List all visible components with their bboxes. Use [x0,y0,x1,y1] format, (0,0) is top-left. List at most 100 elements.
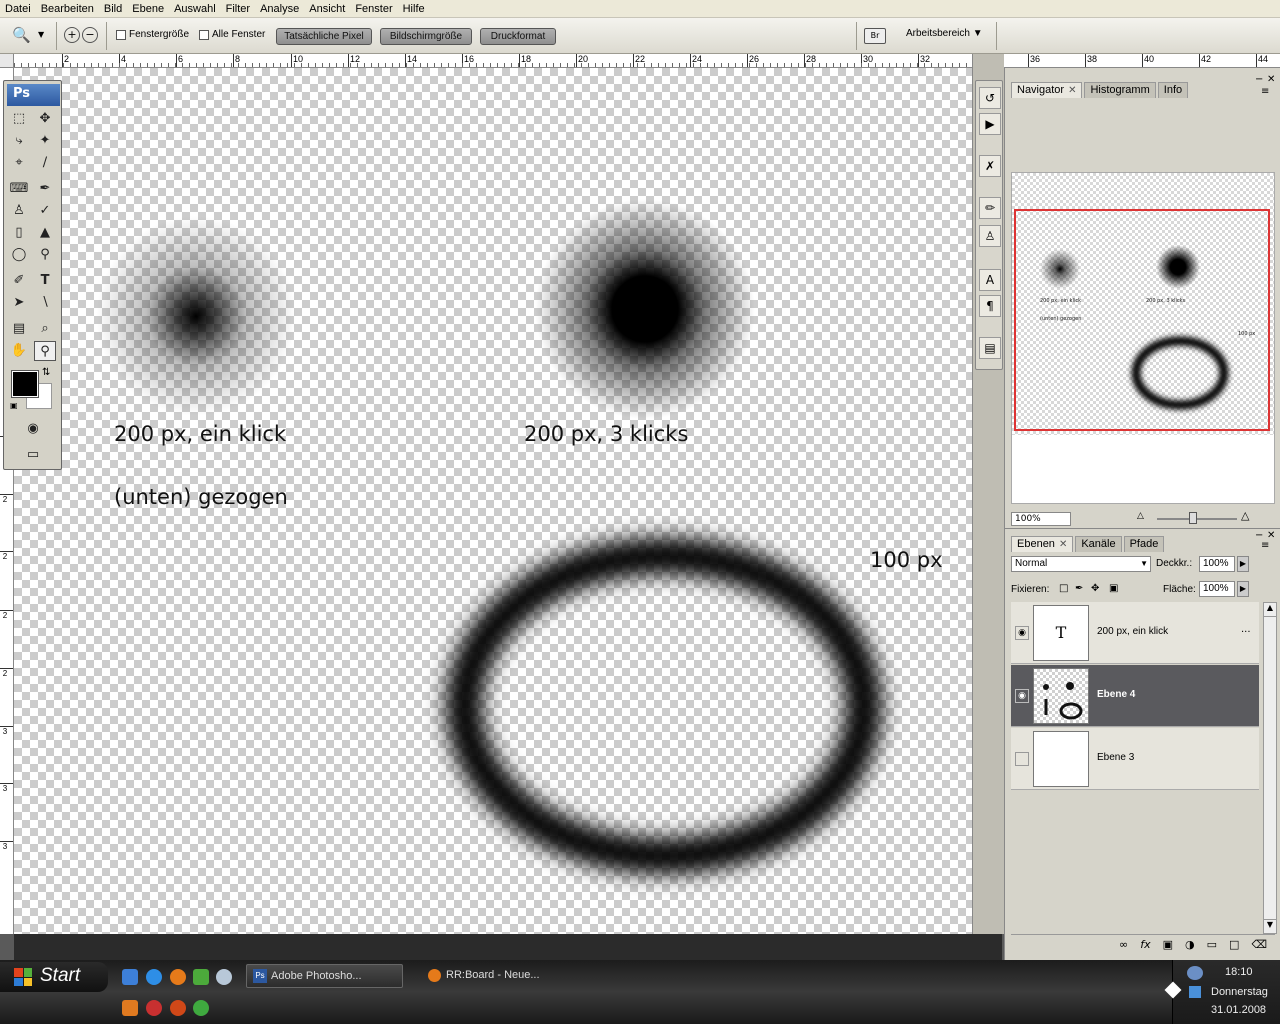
quicklaunch-outlook-icon[interactable] [122,969,138,985]
lock-position-icon[interactable]: ✥ [1091,583,1099,594]
fill-field[interactable]: 100% [1199,581,1235,597]
trash-icon[interactable]: ⌫ [1251,938,1267,951]
menu-bild[interactable]: Bild [99,3,127,15]
new-group-icon[interactable]: ▭ [1207,938,1217,951]
paint-bucket-tool-icon[interactable]: ▲ [34,223,56,243]
layers-scrollbar[interactable]: ▲ ▼ [1263,602,1277,934]
tab-paths[interactable]: Pfade [1123,536,1165,552]
menu-analyse[interactable]: Analyse [255,3,304,15]
clone-stamp-tool-icon[interactable]: ♙ [8,201,30,221]
zoom-out-icon[interactable]: − [82,27,98,43]
quicklaunch-firefox-icon[interactable] [170,969,186,985]
panel-menu-icon[interactable]: ≡ [1261,540,1269,551]
layer-mask-icon[interactable]: ▣ [1163,938,1173,951]
menu-hilfe[interactable]: Hilfe [398,3,430,15]
tray-app-icon[interactable] [1189,986,1201,998]
quicklaunch-app-icon[interactable] [193,1000,209,1016]
layer-comps-icon[interactable]: ▤ [979,337,1001,359]
new-layer-icon[interactable]: □ [1229,938,1239,951]
print-size-button[interactable]: Druckformat [480,28,556,45]
screen-mode-icon[interactable]: ▭ [22,445,44,465]
ruler-origin[interactable] [0,54,14,68]
tab-info[interactable]: Info [1157,82,1189,98]
layer-row-ebene-4[interactable]: ◉ Ebene 4 [1011,665,1259,727]
blend-mode-select[interactable]: Normal ▼ [1011,556,1151,572]
close-tab-icon[interactable]: ✕ [1068,85,1076,96]
slice-tool-icon[interactable]: ∕ [34,153,56,173]
quicklaunch-ie-icon[interactable] [146,969,162,985]
zoom-in-icon[interactable]: + [64,27,80,43]
path-selection-tool-icon[interactable]: ➤ [8,293,30,313]
lock-pixels-icon[interactable]: ✒ [1075,583,1083,594]
menu-auswahl[interactable]: Auswahl [169,3,221,15]
quicklaunch-app-icon[interactable] [170,1000,186,1016]
tab-channels[interactable]: Kanäle [1075,536,1122,552]
adjustment-layer-icon[interactable]: ◑ [1185,938,1195,951]
taskbar-photoshop-button[interactable]: Ps Adobe Photosho... [246,964,403,988]
quicklaunch-app-icon[interactable] [122,1000,138,1016]
zoom-in-mountain-icon[interactable]: △ [1241,509,1249,522]
opacity-slider-icon[interactable]: ▶ [1237,556,1249,572]
lock-all-icon[interactable]: ▣ [1109,583,1118,594]
zoom-tool-icon[interactable]: 🔍 [12,26,31,44]
zoom-tool-icon[interactable]: ⚲ [34,341,56,361]
navigator-zoom-field[interactable]: 100% [1011,512,1071,526]
navigator-zoom-knob[interactable] [1189,512,1197,524]
healing-brush-tool-icon[interactable]: ⌨ [8,179,30,199]
history-panel-icon[interactable]: ↺ [979,87,1001,109]
clone-source-icon[interactable]: ♙ [979,225,1001,247]
visibility-eye-icon[interactable]: ◉ [1015,626,1029,640]
tab-navigator[interactable]: Navigator ✕ [1011,82,1083,98]
lasso-tool-icon[interactable]: ⤷ [8,131,30,151]
crop-tool-icon[interactable]: ⌖ [8,153,30,173]
eyedropper-tool-icon[interactable]: ⌕ [34,319,56,339]
tool-presets-icon[interactable]: ✗ [979,155,1001,177]
eraser-tool-icon[interactable]: ▯ [8,223,30,243]
character-panel-icon[interactable]: A [979,269,1001,291]
navigator-zoom-slider[interactable] [1157,518,1237,520]
fenstergroesse-checkbox[interactable]: Fenstergröße [116,29,189,40]
hand-tool-icon[interactable]: ✋ [8,341,30,361]
tab-layers[interactable]: Ebenen ✕ [1011,536,1074,552]
panel-menu-icon[interactable]: ≡ [1261,86,1269,97]
brush-tool-icon[interactable]: ✒ [34,179,56,199]
navigator-view-box[interactable] [1014,209,1270,431]
quicklaunch-app-icon[interactable] [146,1000,162,1016]
marquee-tool-icon[interactable]: ⬚ [8,109,30,129]
move-tool-icon[interactable]: ✥ [34,109,56,129]
menu-bearbeiten[interactable]: Bearbeiten [36,3,99,15]
minimize-icon[interactable]: − [1255,74,1263,85]
close-icon[interactable]: ✕ [1267,74,1275,85]
menu-datei[interactable]: Datei [0,3,36,15]
default-colors-icon[interactable]: ▣ [10,401,18,410]
link-layers-icon[interactable]: ∞ [1119,938,1128,951]
dodge-tool-icon[interactable]: ⚲ [34,245,56,265]
visibility-toggle[interactable] [1015,752,1029,766]
fit-screen-button[interactable]: Bildschirmgröße [380,28,472,45]
alle-fenster-checkbox[interactable]: Alle Fenster [199,29,265,40]
close-tab-icon[interactable]: ✕ [1059,539,1067,550]
lock-transparency-icon[interactable]: □ [1059,583,1068,594]
notes-tool-icon[interactable]: ▤ [8,319,30,339]
tab-histogram[interactable]: Histogramm [1084,82,1156,98]
paragraph-panel-icon[interactable]: ¶ [979,295,1001,317]
menu-ansicht[interactable]: Ansicht [304,3,350,15]
tray-network-icon[interactable] [1187,966,1203,980]
scroll-up-icon[interactable]: ▲ [1264,603,1276,617]
visibility-eye-icon[interactable]: ◉ [1015,689,1029,703]
menu-ebene[interactable]: Ebene [127,3,169,15]
navigator-preview[interactable]: 200 px, ein klick 200 px, 3 klicks (unte… [1011,172,1275,504]
magic-wand-tool-icon[interactable]: ✦ [34,131,56,151]
actual-pixels-button[interactable]: Tatsächliche Pixel [276,28,372,45]
bridge-icon[interactable]: Br [864,28,886,44]
quick-mask-icon[interactable]: ◉ [22,419,44,439]
type-tool-icon[interactable]: T [34,271,56,291]
tool-preset-dropdown-icon[interactable]: ▼ [38,30,44,39]
actions-panel-icon[interactable]: ▶ [979,113,1001,135]
start-button[interactable]: Start [0,962,108,992]
quicklaunch-messenger-icon[interactable] [193,969,209,985]
line-tool-icon[interactable]: ∖ [34,293,56,313]
clock-time[interactable]: 18:10 [1225,966,1253,978]
workspace-menu[interactable]: Arbeitsbereich ▼ [906,28,983,39]
document-canvas[interactable]: 200 px, ein klick 200 px, 3 klicks (unte… [14,68,972,934]
